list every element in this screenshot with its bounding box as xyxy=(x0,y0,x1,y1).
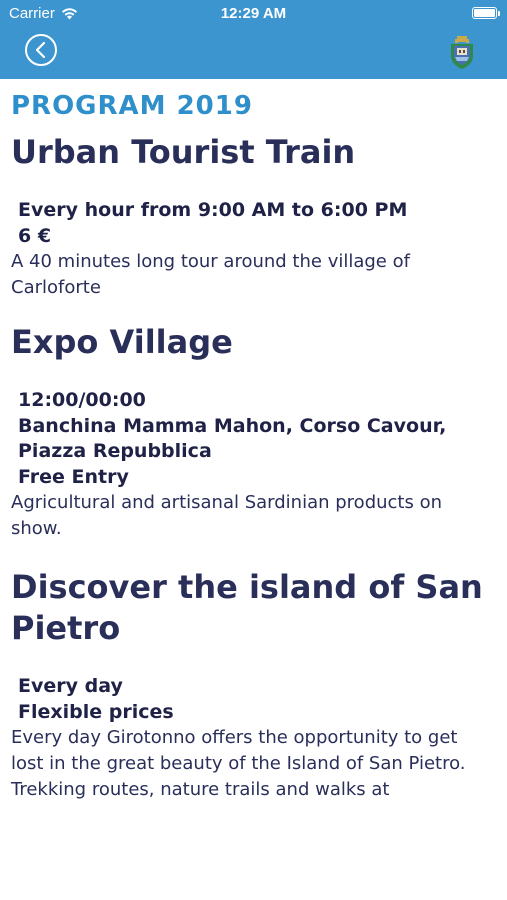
clock: 12:29 AM xyxy=(220,5,287,22)
event-price: Free Entry xyxy=(18,465,129,488)
program-content: PROGRAM 2019 Urban Tourist Train Every h… xyxy=(0,91,507,803)
battery-icon xyxy=(472,7,500,19)
town-crest-icon xyxy=(451,36,473,69)
event-description-continued: Trekking routes, nature trails and walks… xyxy=(11,779,390,800)
event-price: 6 € xyxy=(18,224,52,247)
event-expo-village: Expo Village 12:00/00:00 Banchina Mamma … xyxy=(11,322,493,542)
page-title: PROGRAM 2019 xyxy=(11,91,253,121)
event-schedule: Every day xyxy=(18,675,123,697)
event-schedule: 12:00/00:00 xyxy=(18,389,146,411)
chevron-left-icon xyxy=(35,41,46,59)
event-description: Agricultural and artisanal Sardinian pro… xyxy=(11,492,442,539)
event-schedule: Every hour from 9:00 AM to 6:00 PM xyxy=(18,199,408,221)
event-title: Urban Tourist Train xyxy=(11,133,356,171)
event-title: Expo Village xyxy=(11,323,233,361)
event-description: A 40 minutes long tour around the villag… xyxy=(11,251,410,298)
event-urban-tourist-train: Urban Tourist Train Every hour from 9:00… xyxy=(11,132,493,301)
event-discover-san-pietro: Discover the island of San Pietro Every … xyxy=(11,567,493,803)
navigation-bar xyxy=(0,28,507,79)
status-bar: Carrier 12:29 AM xyxy=(0,0,507,28)
back-button[interactable] xyxy=(25,34,57,66)
event-description: Every day Girotonno offers the opportuni… xyxy=(11,727,466,774)
event-price: Flexible prices xyxy=(18,700,174,723)
event-title: Discover the island of San Pietro xyxy=(11,568,483,647)
event-location: Banchina Mamma Mahon, Corso Cavour, Piaz… xyxy=(18,414,447,463)
